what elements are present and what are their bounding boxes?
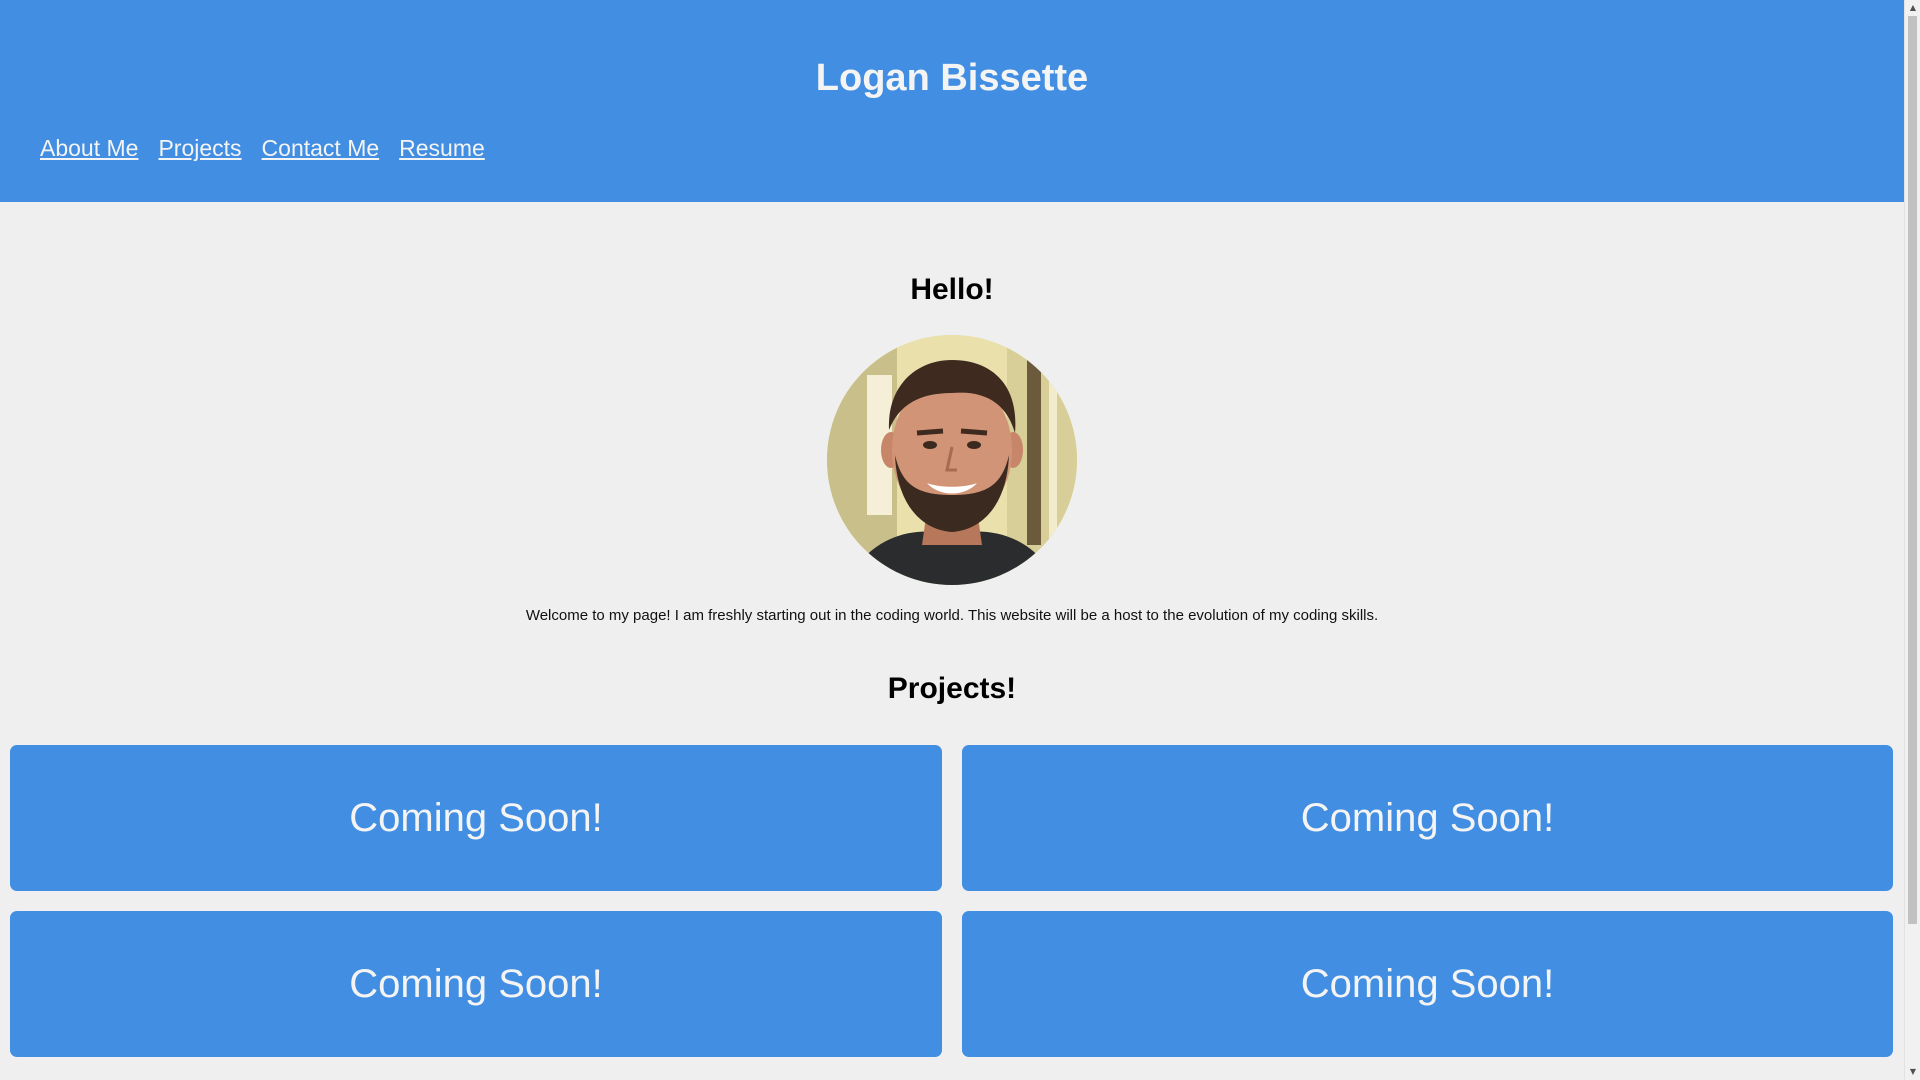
nav-link-about-me[interactable]: About Me (40, 133, 138, 163)
browser-viewport: Logan Bissette About Me Projects Contact… (0, 0, 1920, 1080)
project-card[interactable]: Coming Soon! (962, 745, 1893, 891)
project-cards: Coming Soon! Coming Soon! Coming Soon! C… (10, 745, 1893, 1057)
projects-heading: Projects! (887, 672, 1017, 705)
nav-link-resume[interactable]: Resume (399, 133, 485, 163)
site-header: Logan Bissette About Me Projects Contact… (0, 0, 1904, 202)
nav-link-contact-me[interactable]: Contact Me (262, 133, 380, 163)
project-card[interactable]: Coming Soon! (10, 745, 942, 891)
avatar (827, 335, 1077, 585)
site-title: Logan Bissette (815, 57, 1089, 99)
page: Logan Bissette About Me Projects Contact… (0, 0, 1904, 1080)
vertical-scrollbar[interactable]: ▲ ▼ (1904, 0, 1920, 1080)
scrollbar-thumb[interactable] (1908, 16, 1917, 924)
profile-photo (827, 335, 1077, 585)
chevron-up-icon[interactable]: ▲ (1905, 0, 1920, 16)
nav-link-projects[interactable]: Projects (158, 133, 241, 163)
hello-heading: Hello! (910, 273, 994, 306)
project-card[interactable]: Coming Soon! (10, 911, 942, 1057)
intro-text: Welcome to my page! I am freshly startin… (525, 607, 1379, 624)
chevron-down-icon[interactable]: ▼ (1905, 1064, 1920, 1080)
main-nav: About Me Projects Contact Me Resume (40, 133, 485, 163)
project-card[interactable]: Coming Soon! (962, 911, 1893, 1057)
